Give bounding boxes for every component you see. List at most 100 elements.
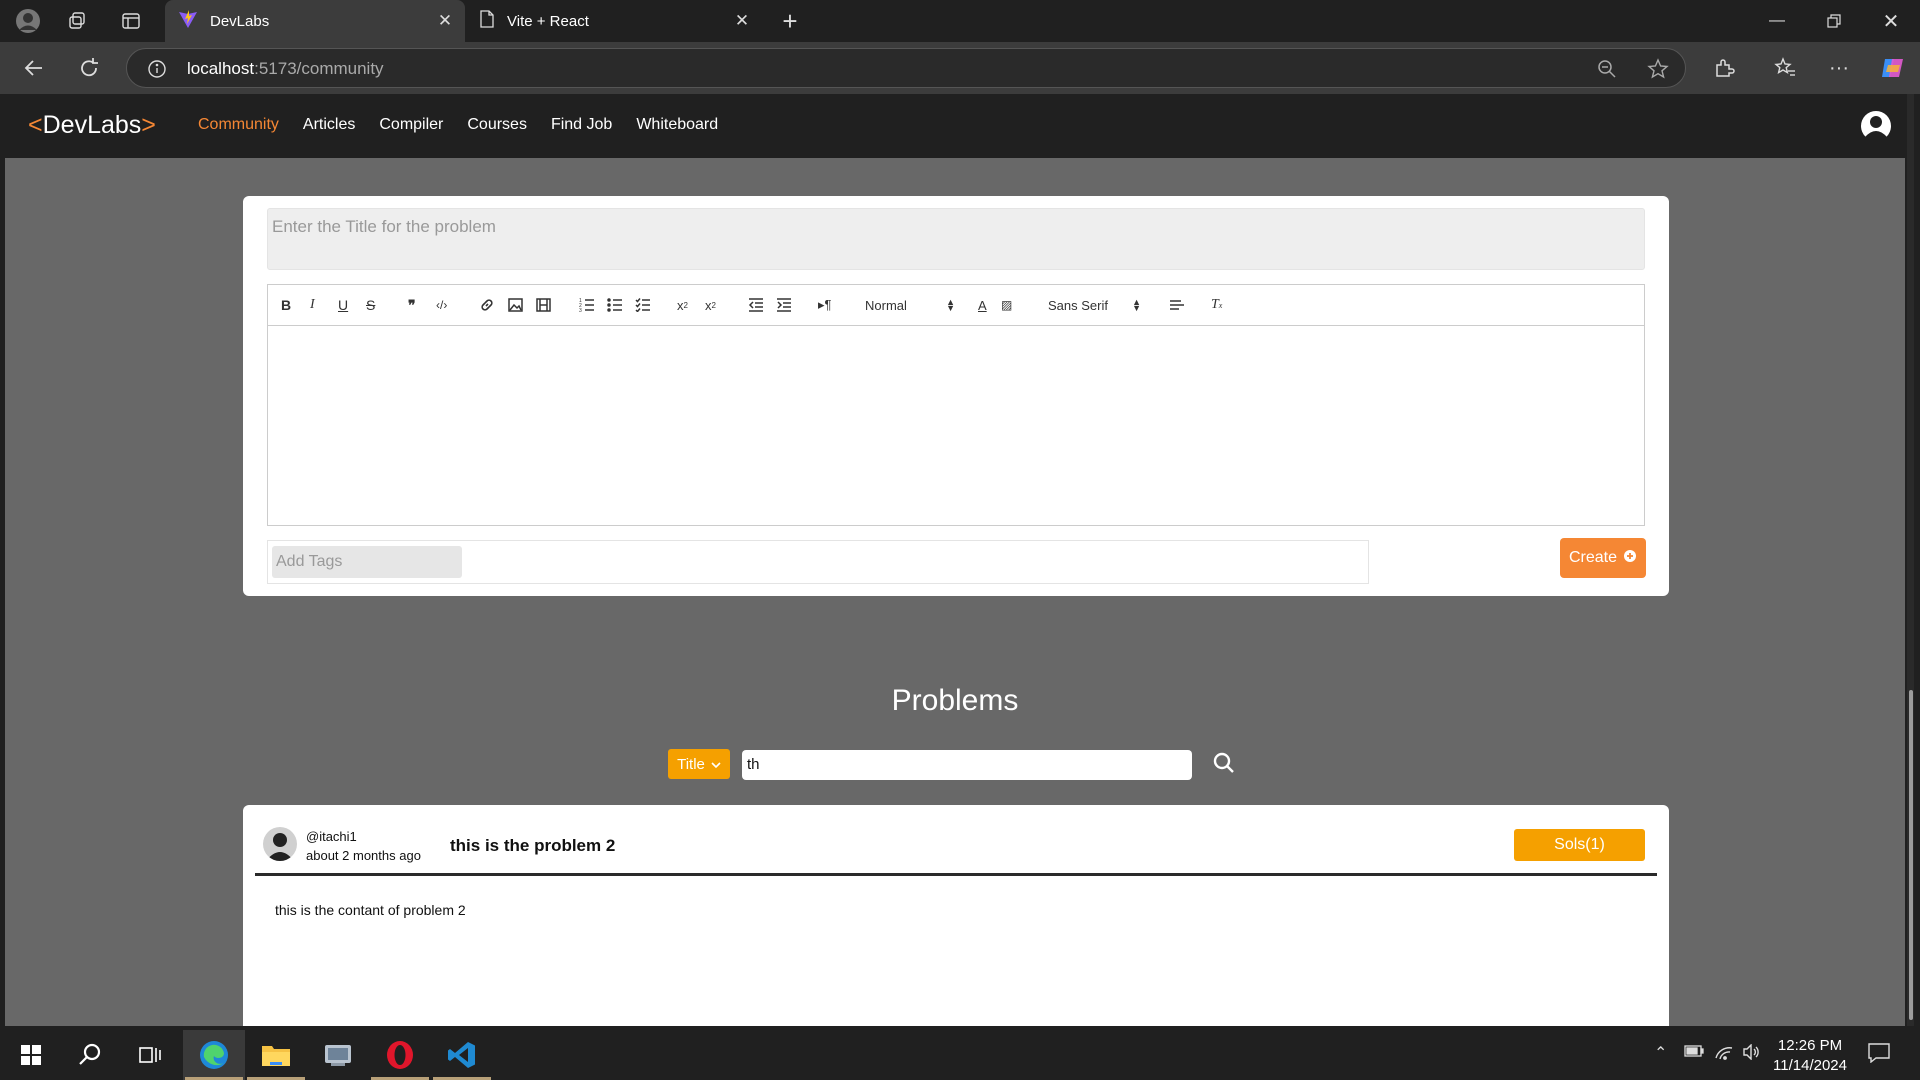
- tab-devlabs[interactable]: DevLabs ✕: [165, 0, 465, 42]
- minimize-icon[interactable]: —: [1748, 0, 1806, 42]
- edge-taskbar-icon[interactable]: [183, 1030, 245, 1080]
- copilot-icon[interactable]: [1875, 50, 1911, 86]
- ordered-list-icon[interactable]: 123: [579, 296, 595, 314]
- url-field[interactable]: localhost:5173/community: [126, 48, 1686, 88]
- clear-format-icon[interactable]: Tx: [1211, 296, 1222, 314]
- back-icon[interactable]: [16, 50, 52, 86]
- clock-time: 12:26 PM: [1777, 1037, 1843, 1054]
- favorites-icon[interactable]: [1767, 50, 1803, 86]
- zoom-icon[interactable]: [1597, 59, 1617, 84]
- nav-link-whiteboard[interactable]: Whiteboard: [636, 116, 718, 134]
- close-window-icon[interactable]: ✕: [1862, 0, 1920, 42]
- header-select[interactable]: Normal ▲ ▼: [865, 296, 955, 314]
- site-info-icon[interactable]: [147, 59, 167, 84]
- vite-logo-icon: [178, 9, 198, 33]
- create-button[interactable]: Create: [1560, 538, 1646, 578]
- tab-label: Vite + React: [507, 12, 589, 30]
- address-bar-row: localhost:5173/community ···: [0, 42, 1920, 94]
- problem-card[interactable]: @itachi1 about 2 months ago this is the …: [243, 805, 1669, 1026]
- filter-dropdown[interactable]: Title: [668, 749, 730, 779]
- user-avatar: [263, 827, 297, 861]
- user-avatar-icon[interactable]: [1860, 110, 1892, 147]
- text-direction-icon[interactable]: ▸¶: [818, 296, 832, 314]
- nav-link-compiler[interactable]: Compiler: [379, 116, 443, 134]
- align-icon[interactable]: [1169, 296, 1184, 314]
- clock-date: 11/14/2024: [1773, 1057, 1847, 1074]
- browser-titlebar: DevLabs ✕ Vite + React ✕ + — ✕: [0, 0, 1920, 42]
- bullet-list-icon[interactable]: [607, 296, 623, 314]
- terminal-app-icon[interactable]: [307, 1030, 369, 1080]
- vertical-tabs-icon[interactable]: [117, 8, 145, 34]
- volume-icon[interactable]: [1742, 1043, 1762, 1065]
- select-arrows-icon: ▲ ▼: [946, 297, 955, 313]
- windows-taskbar: ⌃ 12:26 PM 11/14/2024: [0, 1030, 1920, 1080]
- subscript-icon[interactable]: x2: [677, 296, 688, 314]
- vscode-icon[interactable]: [431, 1030, 493, 1080]
- search-taskbar-icon[interactable]: [59, 1030, 121, 1080]
- post-time: about 2 months ago: [306, 848, 421, 863]
- nav-link-find-job[interactable]: Find Job: [551, 116, 612, 134]
- select-arrows-icon: ▲ ▼: [1132, 297, 1141, 313]
- author-handle[interactable]: @itachi1: [306, 827, 421, 846]
- problem-title-input[interactable]: Enter the Title for the problem: [267, 208, 1645, 270]
- page-viewport: <DevLabs> Community Articles Compiler Co…: [5, 94, 1905, 1026]
- bold-icon[interactable]: B: [281, 296, 291, 314]
- nav-link-community[interactable]: Community: [198, 116, 279, 134]
- extensions-icon[interactable]: [1706, 50, 1742, 86]
- profile-icon[interactable]: [14, 8, 42, 34]
- tray-overflow-icon[interactable]: ⌃: [1654, 1043, 1667, 1063]
- outdent-icon[interactable]: [748, 296, 764, 314]
- blockquote-icon[interactable]: ❞: [408, 296, 416, 314]
- refresh-icon[interactable]: [71, 50, 107, 86]
- close-tab-icon[interactable]: ✕: [722, 11, 762, 31]
- battery-icon[interactable]: [1684, 1044, 1704, 1063]
- underline-icon[interactable]: U: [338, 296, 348, 314]
- solutions-button[interactable]: Sols(1): [1514, 829, 1645, 861]
- nav-links: Community Articles Compiler Courses Find…: [198, 116, 718, 134]
- tab-vite-react[interactable]: Vite + React ✕: [467, 0, 762, 42]
- video-icon[interactable]: [536, 296, 551, 314]
- rich-text-editor: B I U S ❞ ‹/› 123 x 2 x 2 ▸¶ Normal ▲ ▼ …: [267, 284, 1645, 526]
- editor-toolbar: B I U S ❞ ‹/› 123 x 2 x 2 ▸¶ Normal ▲ ▼ …: [268, 285, 1644, 326]
- workspaces-icon[interactable]: [63, 8, 91, 34]
- notifications-icon[interactable]: [1868, 1043, 1890, 1068]
- search-input[interactable]: th: [742, 750, 1192, 780]
- windows-start-icon[interactable]: [0, 1030, 62, 1080]
- favorite-star-icon[interactable]: [1647, 58, 1669, 85]
- task-view-icon[interactable]: [119, 1030, 181, 1080]
- system-clock[interactable]: 12:26 PM 11/14/2024: [1760, 1036, 1860, 1076]
- file-explorer-icon[interactable]: [245, 1030, 307, 1080]
- opera-icon[interactable]: [369, 1030, 431, 1080]
- indent-icon[interactable]: [776, 296, 792, 314]
- restore-icon[interactable]: [1805, 0, 1863, 42]
- new-tab-icon[interactable]: +: [776, 6, 804, 36]
- background-color-icon[interactable]: ▨: [1001, 296, 1012, 314]
- header-select-value: Normal: [865, 297, 907, 313]
- filter-label: Title: [677, 755, 705, 773]
- site-logo[interactable]: <DevLabs>: [28, 111, 156, 140]
- strike-icon[interactable]: S: [366, 296, 375, 314]
- link-icon[interactable]: [479, 296, 495, 314]
- close-tab-icon[interactable]: ✕: [425, 11, 465, 31]
- page-icon: [479, 10, 495, 32]
- font-select[interactable]: Sans Serif ▲ ▼: [1048, 296, 1141, 314]
- wifi-icon[interactable]: [1714, 1044, 1734, 1065]
- superscript-icon[interactable]: x2: [705, 296, 716, 314]
- nav-link-courses[interactable]: Courses: [467, 116, 527, 134]
- check-list-icon[interactable]: [635, 296, 651, 314]
- search-icon[interactable]: [1212, 751, 1238, 777]
- editor-body[interactable]: [268, 326, 1644, 525]
- image-icon[interactable]: [508, 296, 523, 314]
- more-menu-icon[interactable]: ···: [1821, 50, 1857, 86]
- divider: [255, 873, 1657, 876]
- text-color-icon[interactable]: A: [978, 296, 987, 314]
- problem-title[interactable]: this is the problem 2: [450, 836, 615, 856]
- author-info: @itachi1 about 2 months ago: [306, 827, 421, 865]
- create-problem-card: Enter the Title for the problem B I U S …: [243, 196, 1669, 596]
- code-icon[interactable]: ‹/›: [436, 296, 447, 314]
- italic-icon[interactable]: I: [310, 296, 315, 314]
- scrollbar-thumb[interactable]: [1909, 690, 1913, 1020]
- url-host: localhost: [187, 59, 255, 78]
- nav-link-articles[interactable]: Articles: [303, 116, 355, 134]
- add-tags-input[interactable]: Add Tags: [272, 546, 462, 578]
